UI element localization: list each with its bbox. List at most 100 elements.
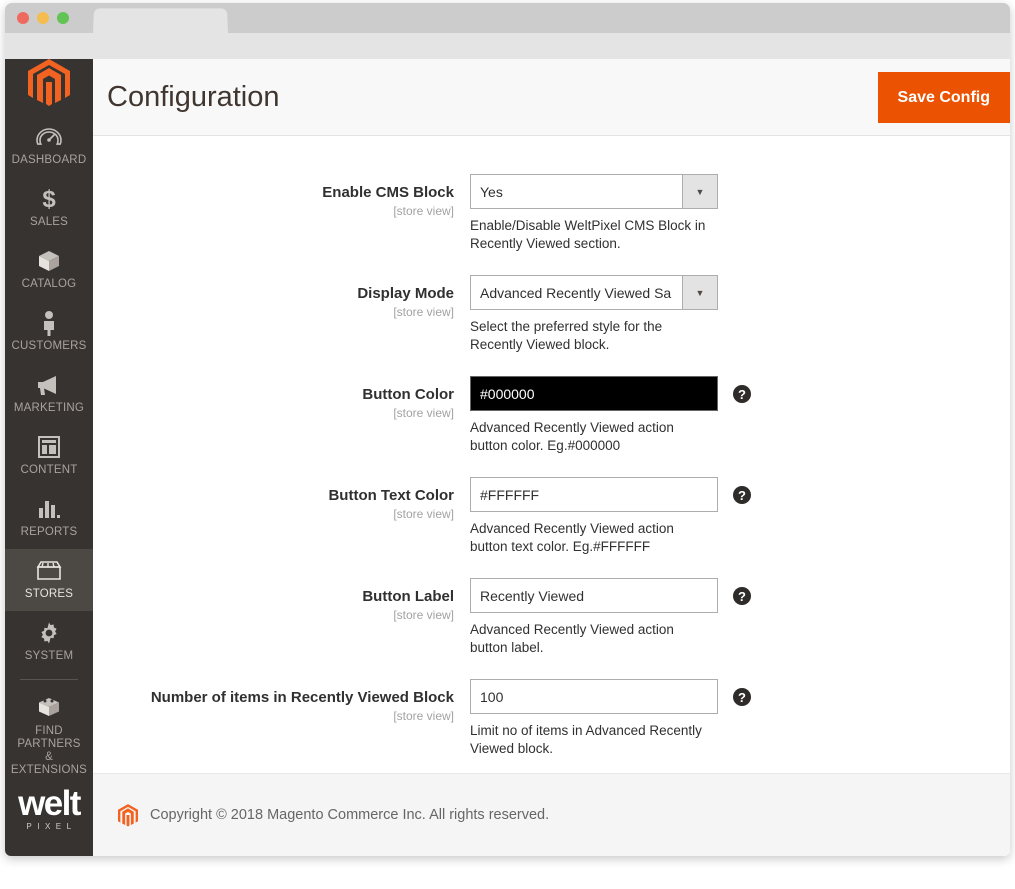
field-scope: [store view] xyxy=(93,506,454,522)
field-row-display-mode: Display Mode [store view] Advanced Recen… xyxy=(93,275,1010,354)
magento-logo-icon xyxy=(118,804,138,827)
field-scope: [store view] xyxy=(93,708,454,724)
weltpixel-logo: welt PIXEL xyxy=(5,787,93,856)
field-note: Enable/Disable WeltPixel CMS Block in Re… xyxy=(470,217,708,253)
field-label: Enable CMS Block xyxy=(93,184,454,202)
sidebar-item-label: STORES xyxy=(25,588,73,601)
svg-text:$: $ xyxy=(42,186,56,212)
browser-chrome-bar xyxy=(5,3,1010,33)
field-row-button-label: Button Label [store view] Recently Viewe… xyxy=(93,578,1010,657)
sidebar-item-label: SYSTEM xyxy=(25,650,74,663)
copyright-text: Copyright © 2018 Magento Commerce Inc. A… xyxy=(150,807,549,823)
configuration-form: Enable CMS Block [store view] Yes ▼ Enab… xyxy=(93,136,1010,773)
field-label: Button Color xyxy=(93,386,454,404)
traffic-light-group xyxy=(17,12,69,24)
field-scope: [store view] xyxy=(93,607,454,623)
select-value: Advanced Recently Viewed Sa xyxy=(471,276,682,309)
close-window-button[interactable] xyxy=(17,12,29,24)
extension-block-icon xyxy=(36,695,62,721)
page-title: Configuration xyxy=(107,80,280,114)
help-icon[interactable]: ? xyxy=(733,385,751,403)
help-icon[interactable]: ? xyxy=(733,486,751,504)
field-control-group: 100 Limit no of items in Advanced Recent… xyxy=(470,679,1010,758)
sidebar-divider-bottom xyxy=(20,679,78,680)
admin-sidebar: DASHBOARD $ SALES CATALOG xyxy=(5,59,93,856)
dashboard-gauge-icon xyxy=(36,124,62,150)
field-note: Advanced Recently Viewed action button t… xyxy=(470,520,708,556)
sidebar-item-label: MARKETING xyxy=(14,402,84,415)
number-of-items-input[interactable]: 100 xyxy=(470,679,718,714)
browser-window: DASHBOARD $ SALES CATALOG xyxy=(5,3,1010,856)
control-stack: Advanced Recently Viewed Sa ▼ Select the… xyxy=(470,275,718,354)
enable-cms-block-select[interactable]: Yes ▼ xyxy=(470,174,718,209)
maximize-window-button[interactable] xyxy=(57,12,69,24)
sidebar-item-label: CUSTOMERS xyxy=(11,340,86,353)
sidebar-item-find-partners[interactable]: FIND PARTNERS & EXTENSIONS xyxy=(5,686,93,787)
field-scope: [store view] xyxy=(93,405,454,421)
control-stack: Yes ▼ Enable/Disable WeltPixel CMS Block… xyxy=(470,174,718,253)
field-label-group: Enable CMS Block [store view] xyxy=(93,174,470,219)
magento-logo-icon[interactable] xyxy=(5,59,93,107)
control-stack: #FFFFFF Advanced Recently Viewed action … xyxy=(470,477,718,556)
help-icon[interactable]: ? xyxy=(733,587,751,605)
sidebar-item-customers[interactable]: CUSTOMERS xyxy=(5,301,93,363)
field-row-button-text-color: Button Text Color [store view] #FFFFFF A… xyxy=(93,477,1010,556)
field-label: Button Label xyxy=(93,588,454,606)
sidebar-item-label: REPORTS xyxy=(21,526,78,539)
save-config-button[interactable]: Save Config xyxy=(878,72,1010,123)
sidebar-item-label: SALES xyxy=(30,216,68,229)
button-label-input[interactable]: Recently Viewed xyxy=(470,578,718,613)
field-scope: [store view] xyxy=(93,203,454,219)
sidebar-item-label-line1: FIND PARTNERS xyxy=(7,725,91,751)
select-value: Yes xyxy=(471,175,682,208)
field-label-group: Button Text Color [store view] xyxy=(93,477,470,522)
field-label-group: Number of items in Recently Viewed Block… xyxy=(93,679,470,724)
control-stack: 100 Limit no of items in Advanced Recent… xyxy=(470,679,718,758)
minimize-window-button[interactable] xyxy=(37,12,49,24)
field-control-group: Yes ▼ Enable/Disable WeltPixel CMS Block… xyxy=(470,174,1010,253)
sidebar-item-label: CATALOG xyxy=(22,278,77,291)
display-mode-select[interactable]: Advanced Recently Viewed Sa ▼ xyxy=(470,275,718,310)
sidebar-item-content[interactable]: CONTENT xyxy=(5,425,93,487)
gear-icon xyxy=(37,620,61,646)
field-label-group: Button Label [store view] xyxy=(93,578,470,623)
main-content: Configuration Save Config Enable CMS Blo… xyxy=(93,59,1010,856)
field-control-group: #000000 Advanced Recently Viewed action … xyxy=(470,376,1010,455)
field-row-enable-cms-block: Enable CMS Block [store view] Yes ▼ Enab… xyxy=(93,174,1010,253)
help-icon[interactable]: ? xyxy=(733,688,751,706)
sidebar-item-system[interactable]: SYSTEM xyxy=(5,611,93,673)
sidebar-item-catalog[interactable]: CATALOG xyxy=(5,239,93,301)
field-control-group: Recently Viewed Advanced Recently Viewed… xyxy=(470,578,1010,657)
field-row-button-color: Button Color [store view] #000000 Advanc… xyxy=(93,376,1010,455)
field-label: Display Mode xyxy=(93,285,454,303)
sidebar-item-label-line2: & EXTENSIONS xyxy=(7,751,91,777)
field-label: Button Text Color xyxy=(93,487,454,505)
browser-tab[interactable] xyxy=(93,8,228,33)
sidebar-item-marketing[interactable]: MARKETING xyxy=(5,363,93,425)
browser-toolbar xyxy=(5,33,1010,59)
field-label: Number of items in Recently Viewed Block xyxy=(93,689,454,707)
field-note: Select the preferred style for the Recen… xyxy=(470,318,708,354)
field-control-group: #FFFFFF Advanced Recently Viewed action … xyxy=(470,477,1010,556)
field-control-group: Advanced Recently Viewed Sa ▼ Select the… xyxy=(470,275,1010,354)
field-label-group: Display Mode [store view] xyxy=(93,275,470,320)
page-footer: Copyright © 2018 Magento Commerce Inc. A… xyxy=(93,773,1010,856)
sidebar-item-stores[interactable]: STORES xyxy=(5,549,93,611)
field-note: Advanced Recently Viewed action button c… xyxy=(470,419,708,455)
sidebar-item-label: DASHBOARD xyxy=(12,154,87,167)
dollar-sign-icon: $ xyxy=(40,186,58,212)
sidebar-item-sales[interactable]: $ SALES xyxy=(5,177,93,239)
button-color-input[interactable]: #000000 xyxy=(470,376,718,411)
control-stack: Recently Viewed Advanced Recently Viewed… xyxy=(470,578,718,657)
sidebar-item-label: CONTENT xyxy=(21,464,78,477)
button-text-color-input[interactable]: #FFFFFF xyxy=(470,477,718,512)
sidebar-item-reports[interactable]: REPORTS xyxy=(5,487,93,549)
layout-window-icon xyxy=(37,434,61,460)
field-scope: [store view] xyxy=(93,304,454,320)
weltpixel-logo-word: welt xyxy=(5,787,93,821)
control-stack: #000000 Advanced Recently Viewed action … xyxy=(470,376,718,455)
field-row-number-of-items: Number of items in Recently Viewed Block… xyxy=(93,679,1010,758)
sidebar-item-dashboard[interactable]: DASHBOARD xyxy=(5,115,93,177)
storefront-icon xyxy=(36,558,62,584)
megaphone-icon xyxy=(35,372,63,398)
